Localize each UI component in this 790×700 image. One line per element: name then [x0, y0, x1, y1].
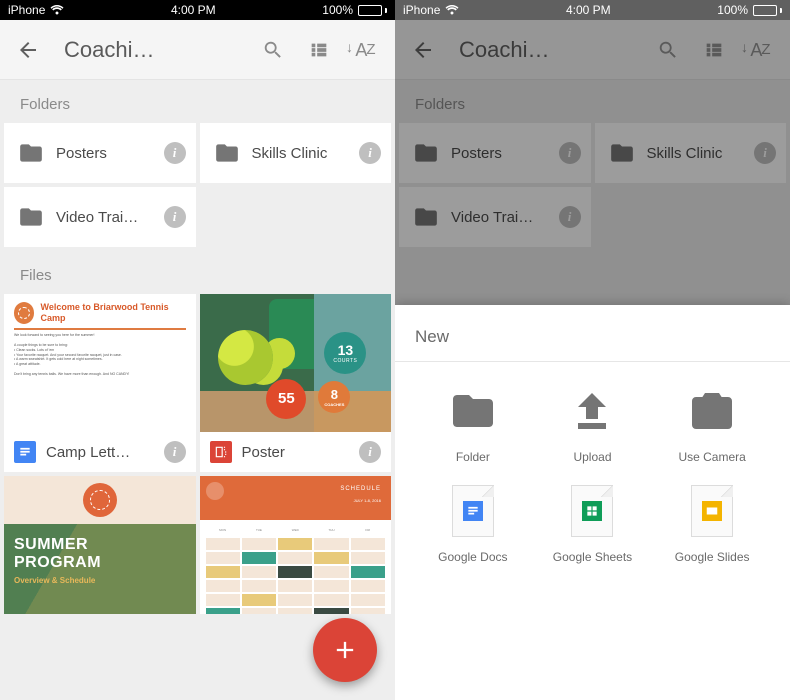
- folder-name: Video Trai…: [56, 209, 152, 226]
- info-icon: i: [754, 142, 776, 164]
- folder-icon: [18, 140, 44, 166]
- info-icon[interactable]: i: [164, 441, 186, 463]
- back-button[interactable]: [411, 38, 435, 62]
- sheet-item-label: Google Sheets: [553, 550, 632, 564]
- new-google-sheets-button[interactable]: Google Sheets: [535, 486, 651, 564]
- status-bar: iPhone 4:00 PM 100%: [395, 0, 790, 20]
- google-sheets-icon: [562, 486, 622, 536]
- sheet-item-label: Upload: [573, 450, 611, 464]
- carrier-label: iPhone: [8, 3, 45, 17]
- file-tile-camp-letter[interactable]: Welcome to Briarwood Tennis Camp We look…: [4, 294, 196, 472]
- file-name: Poster: [242, 444, 350, 461]
- use-camera-button[interactable]: Use Camera: [654, 386, 770, 464]
- folder-tile-posters[interactable]: Posters i: [4, 123, 196, 183]
- status-bar: iPhone 4:00 PM 100%: [0, 0, 395, 20]
- docs-icon: [14, 441, 36, 463]
- folder-icon: [18, 204, 44, 230]
- info-icon[interactable]: i: [164, 206, 186, 228]
- file-thumbnail: Welcome to Briarwood Tennis Camp We look…: [4, 294, 196, 432]
- sheet-item-label: Google Slides: [675, 550, 750, 564]
- folder-icon: [443, 386, 503, 436]
- sheet-item-label: Google Docs: [438, 550, 507, 564]
- file-tile-schedule[interactable]: SCHEDULEJULY 1-8, 2016 MONTUEWEDTHUFRI: [200, 476, 392, 614]
- upload-icon: [562, 386, 622, 436]
- clock: 4:00 PM: [171, 3, 216, 17]
- back-button[interactable]: [16, 38, 40, 62]
- divider: [395, 361, 790, 362]
- battery-pct: 100%: [322, 3, 353, 17]
- file-thumbnail: SCHEDULEJULY 1-8, 2016 MONTUEWEDTHUFRI: [200, 476, 392, 614]
- camera-icon: [682, 386, 742, 436]
- files-section-label: Files: [0, 247, 395, 294]
- file-name: Camp Lett…: [46, 444, 154, 461]
- search-icon[interactable]: [261, 38, 285, 62]
- info-icon: i: [559, 142, 581, 164]
- view-list-icon[interactable]: [702, 38, 726, 62]
- google-slides-icon: [682, 486, 742, 536]
- wifi-icon: [445, 5, 459, 15]
- app-header: Coachi… ↓AZ: [0, 20, 395, 80]
- file-thumbnail: SUMMER PROGRAM Overview & Schedule: [4, 476, 196, 614]
- page-title: Coachi…: [64, 37, 253, 63]
- folder-tile-video-training: Video Trai… i: [399, 187, 591, 247]
- upload-button[interactable]: Upload: [535, 386, 651, 464]
- clock: 4:00 PM: [566, 3, 611, 17]
- folder-icon: [214, 140, 240, 166]
- thumb-title: Welcome to Briarwood Tennis Camp: [40, 302, 185, 324]
- new-folder-button[interactable]: Folder: [415, 386, 531, 464]
- folder-tile-skills-clinic[interactable]: Skills Clinic i: [200, 123, 392, 183]
- folder-icon: [413, 140, 439, 166]
- sheet-item-label: Use Camera: [678, 450, 745, 464]
- sort-az-icon[interactable]: ↓AZ: [353, 38, 377, 62]
- sheet-item-label: Folder: [456, 450, 490, 464]
- battery-icon: [358, 5, 387, 16]
- wifi-icon: [50, 5, 64, 15]
- folder-tile-skills-clinic: Skills Clinic i: [595, 123, 787, 183]
- screen-drive-new-sheet: iPhone 4:00 PM 100% Coachi…: [395, 0, 790, 700]
- folder-icon: [413, 204, 439, 230]
- folders-section-label: Folders: [0, 80, 395, 123]
- folder-icon: [609, 140, 635, 166]
- sort-az-icon[interactable]: ↓AZ: [748, 38, 772, 62]
- google-docs-icon: [443, 486, 503, 536]
- info-icon[interactable]: i: [359, 142, 381, 164]
- new-google-slides-button[interactable]: Google Slides: [654, 486, 770, 564]
- app-header: Coachi… ↓AZ: [395, 20, 790, 80]
- new-bottom-sheet: New Folder Upload: [395, 305, 790, 700]
- folder-name: Posters: [451, 145, 547, 162]
- file-tile-poster[interactable]: 13COURTS 55 8COACHES Poster i: [200, 294, 392, 472]
- folders-section-label: Folders: [395, 80, 790, 123]
- screen-drive-folder: iPhone 4:00 PM 100% Coachi…: [0, 0, 395, 700]
- new-google-docs-button[interactable]: Google Docs: [415, 486, 531, 564]
- file-thumbnail: 13COURTS 55 8COACHES: [200, 294, 392, 432]
- fab-create-button[interactable]: [313, 618, 377, 682]
- carrier-label: iPhone: [403, 3, 440, 17]
- info-icon[interactable]: i: [164, 142, 186, 164]
- battery-pct: 100%: [717, 3, 748, 17]
- content-body: Folders Posters i Skills Clinic i: [0, 80, 395, 614]
- drawings-icon: [210, 441, 232, 463]
- info-icon: i: [559, 206, 581, 228]
- info-icon[interactable]: i: [359, 441, 381, 463]
- page-title: Coachi…: [459, 37, 648, 63]
- folder-name: Skills Clinic: [252, 145, 348, 162]
- folder-name: Video Trai…: [451, 209, 547, 226]
- view-list-icon[interactable]: [307, 38, 331, 62]
- battery-icon: [753, 5, 782, 16]
- folder-name: Skills Clinic: [647, 145, 743, 162]
- file-tile-summer-program[interactable]: SUMMER PROGRAM Overview & Schedule: [4, 476, 196, 614]
- folder-name: Posters: [56, 145, 152, 162]
- folder-tile-video-training[interactable]: Video Trai… i: [4, 187, 196, 247]
- search-icon[interactable]: [656, 38, 680, 62]
- sheet-title: New: [415, 327, 770, 347]
- folder-tile-posters: Posters i: [399, 123, 591, 183]
